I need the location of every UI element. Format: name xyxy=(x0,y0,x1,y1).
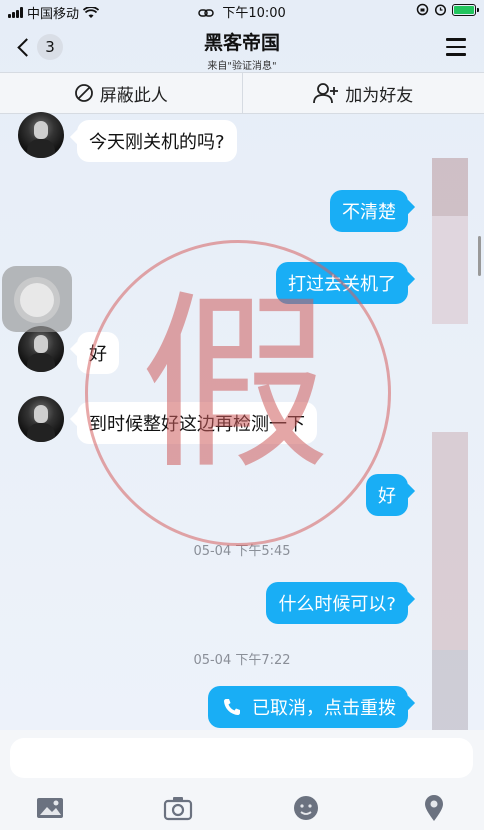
message-timestamp: 05-04 下午7:22 xyxy=(193,653,291,668)
status-right xyxy=(416,3,479,16)
block-label: 屏蔽此人 xyxy=(99,85,168,106)
status-time: 下午10:00 xyxy=(222,6,286,21)
block-button[interactable]: 屏蔽此人 xyxy=(0,73,242,113)
link-icon xyxy=(198,9,214,17)
message-bubble-incoming[interactable]: 到时候整好这边再检测一下 xyxy=(77,402,317,444)
location-icon[interactable] xyxy=(419,794,449,822)
avatar[interactable] xyxy=(18,112,64,158)
avatar[interactable] xyxy=(18,326,64,372)
add-friend-label: 加为好友 xyxy=(345,85,414,106)
image-icon[interactable] xyxy=(35,794,65,822)
message-bubble-outgoing[interactable]: 好 xyxy=(366,474,408,516)
add-friend-button[interactable]: 加为好友 xyxy=(241,73,484,113)
add-friend-icon xyxy=(313,83,339,104)
input-area xyxy=(0,730,484,830)
redaction-block xyxy=(432,158,468,216)
menu-icon[interactable] xyxy=(446,38,466,56)
message-bubble-outgoing[interactable]: 不清楚 xyxy=(330,190,408,232)
nav-header: 3 黑客帝国 来自"验证消息" xyxy=(0,22,484,72)
battery-icon xyxy=(452,3,479,16)
call-record-bubble[interactable]: 已取消，点击重拨 xyxy=(208,686,408,728)
stranger-action-bar: 屏蔽此人 加为好友 xyxy=(0,72,484,114)
message-timestamp: 05-04 下午5:45 xyxy=(193,544,291,559)
phone-icon xyxy=(224,699,240,715)
chat-screen: 中国移动 下午10:00 3 黑客帝国 来自"验证消息" 屏蔽此人 加为好友 今… xyxy=(0,0,484,830)
input-toolbar xyxy=(0,788,484,828)
message-bubble-outgoing[interactable]: 什么时候可以? xyxy=(266,582,408,624)
emoji-icon[interactable] xyxy=(291,794,321,822)
message-input[interactable] xyxy=(10,738,473,778)
title-block: 黑客帝国 来自"验证消息" xyxy=(0,28,484,72)
redaction-block xyxy=(432,216,468,324)
status-bar: 中国移动 下午10:00 xyxy=(0,0,484,22)
avatar[interactable] xyxy=(18,396,64,442)
message-bubble-outgoing[interactable]: 打过去关机了 xyxy=(276,262,408,304)
page-title: 黑客帝国 xyxy=(203,32,280,54)
alarm-icon xyxy=(434,4,447,16)
scroll-indicator[interactable] xyxy=(478,236,481,276)
message-list[interactable]: 今天刚关机的吗? 不清楚 打过去关机了 好 到时候整好这边再检测一下 好 05-… xyxy=(0,112,484,736)
block-icon xyxy=(74,84,93,102)
rotation-lock-icon xyxy=(416,3,429,16)
page-subtitle: 来自"验证消息" xyxy=(207,61,277,72)
assistive-touch-button[interactable] xyxy=(2,266,72,332)
message-bubble-incoming[interactable]: 今天刚关机的吗? xyxy=(77,120,237,162)
camera-icon[interactable] xyxy=(163,794,193,822)
status-center: 下午10:00 xyxy=(0,2,484,21)
message-bubble-incoming[interactable]: 好 xyxy=(77,332,119,374)
call-record-text: 已取消，点击重拨 xyxy=(252,698,396,719)
